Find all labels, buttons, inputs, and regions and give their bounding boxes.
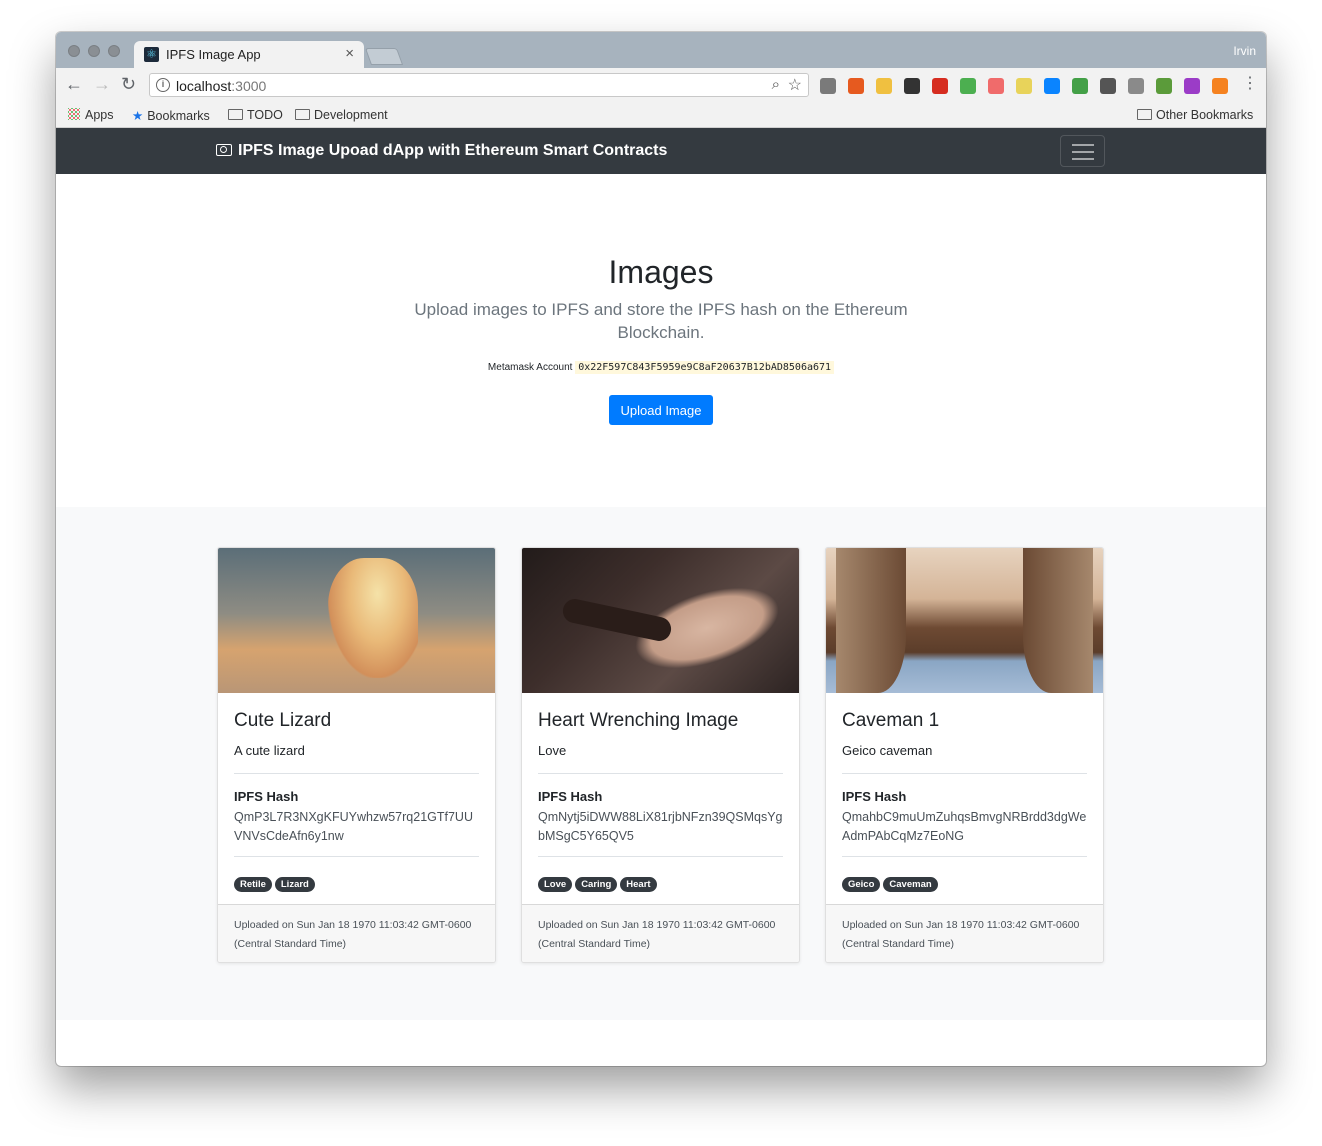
- close-tab-icon[interactable]: ×: [345, 45, 354, 62]
- menu-dots-icon[interactable]: ⋮: [1242, 74, 1258, 94]
- extension-icon[interactable]: [1016, 78, 1032, 94]
- tag-badge: Heart: [620, 877, 657, 892]
- extension-icon[interactable]: [904, 78, 920, 94]
- card-footer: Uploaded on Sun Jan 18 1970 11:03:42 GMT…: [826, 904, 1103, 962]
- browser-window: ⚛ IPFS Image App × Irvin ← → ↻ i localho…: [56, 32, 1266, 1066]
- folder-icon: [295, 109, 310, 120]
- hamburger-icon: [1072, 144, 1094, 146]
- bookmark-todo[interactable]: TODO: [228, 108, 283, 122]
- tag-list: Geico Caveman: [842, 874, 941, 892]
- bookmarks-bar: Apps ★ Bookmarks TODO Development Other B…: [56, 100, 1266, 128]
- extension-icon[interactable]: [932, 78, 948, 94]
- forward-icon[interactable]: →: [93, 74, 111, 94]
- divider: [842, 773, 1087, 774]
- image-card: Caveman 1 Geico caveman IPFS Hash QmahbC…: [825, 547, 1104, 963]
- minimize-window-button[interactable]: [88, 45, 100, 57]
- card-image-hands[interactable]: [522, 548, 799, 693]
- image-card: Cute Lizard A cute lizard IPFS Hash QmP3…: [217, 547, 496, 963]
- extension-icon[interactable]: [1156, 78, 1172, 94]
- image-card: Heart Wrenching Image Love IPFS Hash QmN…: [521, 547, 800, 963]
- account-address: 0x22F597C843F5959e9C8aF20637B12bAD8506a6…: [575, 361, 835, 374]
- tab-title: IPFS Image App: [166, 47, 261, 62]
- hash-label: IPFS Hash: [538, 789, 603, 804]
- lead-text: Upload images to IPFS and store the IPFS…: [414, 300, 908, 342]
- card-image-caveman[interactable]: [826, 548, 1103, 693]
- tag-badge: Caring: [575, 877, 618, 892]
- upload-image-button[interactable]: Upload Image: [609, 395, 713, 425]
- ipfs-hash: QmNytj5iDWW88LiX81rjbNFzn39QSMqsYgbMSgC5…: [538, 810, 783, 843]
- extension-icon[interactable]: [988, 78, 1004, 94]
- extension-icon[interactable]: [1212, 78, 1228, 94]
- navbar-brand[interactable]: IPFS Image Upoad dApp with Ethereum Smar…: [216, 142, 667, 160]
- bookmark-star-icon[interactable]: ☆: [788, 75, 802, 95]
- ipfs-hash: QmahbC9muUmZuhqsBmvgNRBrdd3dgWeAdmPAbCqM…: [842, 810, 1087, 843]
- folder-icon: [1137, 109, 1152, 120]
- extension-icon[interactable]: [1072, 78, 1088, 94]
- divider: [538, 856, 783, 857]
- extension-icon[interactable]: [1128, 78, 1144, 94]
- back-icon[interactable]: ←: [65, 74, 83, 94]
- extension-icon[interactable]: [876, 78, 892, 94]
- browser-toolbar: ← → ↻ i localhost:3000 ⌕ ☆ ⋮: [56, 68, 1266, 100]
- extension-icon[interactable]: [1184, 78, 1200, 94]
- account-label: Metamask Account: [487, 362, 573, 373]
- card-footer: Uploaded on Sun Jan 18 1970 11:03:42 GMT…: [218, 904, 495, 962]
- bookmark-development[interactable]: Development: [295, 108, 388, 122]
- image-album: Cute Lizard A cute lizard IPFS Hash QmP3…: [56, 507, 1266, 1020]
- tag-badge: Love: [538, 877, 573, 892]
- card-image-lizard[interactable]: [218, 548, 495, 693]
- new-tab-button[interactable]: [364, 48, 404, 65]
- card-description: Love: [538, 743, 567, 758]
- hash-label: IPFS Hash: [234, 789, 299, 804]
- bookmark-apps[interactable]: Apps: [68, 108, 114, 122]
- ipfs-hash: QmP3L7R3NXgKFUYwhzw57rq21GTf7UUVNVsCdeAf…: [234, 810, 473, 843]
- divider: [842, 856, 1087, 857]
- maximize-window-button[interactable]: [108, 45, 120, 57]
- extension-icon[interactable]: [848, 78, 864, 94]
- bookmark-other[interactable]: Other Bookmarks: [1137, 108, 1253, 122]
- folder-icon: [228, 109, 243, 120]
- card-description: A cute lizard: [234, 743, 305, 758]
- site-info-icon[interactable]: i: [156, 78, 170, 92]
- apps-grid-icon: [68, 108, 80, 120]
- tab-bar: ⚛ IPFS Image App × Irvin: [56, 32, 1266, 68]
- tag-list: Retile Lizard: [234, 874, 318, 892]
- metamask-account: Metamask Account 0x22F597C843F5959e9C8aF…: [56, 361, 1266, 374]
- hash-label: IPFS Hash: [842, 789, 907, 804]
- tag-badge: Lizard: [274, 877, 315, 892]
- extension-icon[interactable]: [820, 78, 836, 94]
- browser-tab[interactable]: ⚛ IPFS Image App ×: [134, 41, 364, 68]
- url-text[interactable]: localhost:3000: [176, 78, 266, 94]
- tag-badge: Retile: [234, 877, 272, 892]
- star-icon: ★: [132, 109, 144, 123]
- divider: [234, 773, 479, 774]
- tag-list: Love Caring Heart: [538, 874, 660, 892]
- zoom-icon[interactable]: ⌕: [772, 76, 780, 93]
- card-footer: Uploaded on Sun Jan 18 1970 11:03:42 GMT…: [522, 904, 799, 962]
- extension-icon[interactable]: [1044, 78, 1060, 94]
- card-title: Cute Lizard: [234, 710, 332, 731]
- close-window-button[interactable]: [68, 45, 80, 57]
- extension-icon[interactable]: [1100, 78, 1116, 94]
- extension-icon[interactable]: [960, 78, 976, 94]
- jumbotron: Images Upload images to IPFS and store t…: [56, 174, 1266, 507]
- react-icon: ⚛: [144, 47, 159, 62]
- tag-badge: Caveman: [883, 877, 938, 892]
- bookmark-bookmarks[interactable]: ★ Bookmarks: [132, 108, 210, 123]
- page-title: Images: [608, 254, 714, 290]
- app-navbar: IPFS Image Upoad dApp with Ethereum Smar…: [56, 128, 1266, 174]
- profile-name[interactable]: Irvin: [1233, 44, 1256, 58]
- card-title: Caveman 1: [842, 710, 940, 731]
- card-title: Heart Wrenching Image: [538, 710, 739, 731]
- navbar-toggler-button[interactable]: [1060, 135, 1105, 167]
- camera-icon: [216, 144, 232, 156]
- divider: [234, 856, 479, 857]
- card-description: Geico caveman: [842, 743, 933, 758]
- reload-icon[interactable]: ↻: [121, 74, 136, 94]
- divider: [538, 773, 783, 774]
- address-bar[interactable]: i localhost:3000 ⌕ ☆: [149, 73, 809, 97]
- tag-badge: Geico: [842, 877, 881, 892]
